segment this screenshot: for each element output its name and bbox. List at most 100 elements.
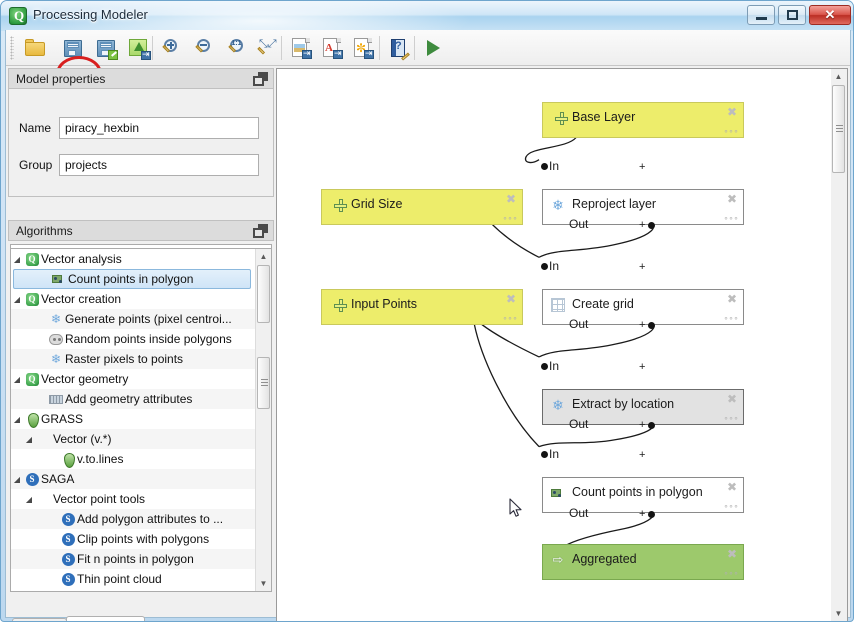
model-node-grid-size[interactable]: Grid Size ✖ ∘∘∘ xyxy=(321,189,523,225)
algorithm-tree-item[interactable]: ◢ Q Vector geometry xyxy=(11,369,257,389)
model-node-aggregated[interactable]: ⇨ Aggregated ✖ ∘∘∘ xyxy=(542,544,744,580)
algorithm-tree-item[interactable]: Random points inside polygons xyxy=(11,329,257,349)
algorithm-tree-item[interactable]: S Clip points with polygons xyxy=(11,529,257,549)
toolbar-grip[interactable] xyxy=(10,36,14,60)
canvas-scroll-up-icon[interactable]: ▲ xyxy=(831,69,846,84)
close-icon[interactable]: ✖ xyxy=(505,292,517,306)
save-model-button[interactable] xyxy=(58,34,88,62)
dock-tab-algorithms[interactable]: Algorithms xyxy=(66,616,145,621)
port-plus-icon[interactable]: + xyxy=(639,261,645,273)
node-menu-icon[interactable]: ∘∘∘ xyxy=(723,414,738,423)
close-icon[interactable]: ✖ xyxy=(726,292,738,306)
export-png-button[interactable] xyxy=(285,34,315,62)
close-button[interactable]: ✕ xyxy=(809,5,851,25)
tree-expander-icon[interactable]: ◢ xyxy=(11,475,23,484)
zoom-full-button[interactable]: ⤡⤢ xyxy=(251,34,281,62)
algorithm-tree-item[interactable]: ◢ Q Vector analysis xyxy=(11,249,257,269)
algorithm-tree-item-selected[interactable]: Count points in polygon xyxy=(13,269,251,289)
algorithm-tree-item[interactable]: ◢ Q Vector creation xyxy=(11,289,257,309)
algorithm-tree-item[interactable]: S Thin point cloud xyxy=(11,569,257,589)
zoom-out-button[interactable] xyxy=(189,34,219,62)
scroll-up-icon[interactable]: ▲ xyxy=(256,249,271,264)
minimize-button[interactable] xyxy=(747,5,775,25)
edit-help-button[interactable]: ? xyxy=(384,34,414,62)
port-reproject-layer-in[interactable]: In xyxy=(541,159,559,173)
scroll-down-icon[interactable]: ▼ xyxy=(256,576,271,591)
save-model-as-button[interactable] xyxy=(91,34,121,62)
port-plus-icon[interactable]: + xyxy=(639,319,645,331)
node-menu-icon[interactable]: ∘∘∘ xyxy=(723,502,738,511)
node-menu-icon[interactable]: ∘∘∘ xyxy=(502,214,517,223)
export-as-image-button[interactable] xyxy=(124,34,154,62)
algorithm-tree-item[interactable]: ❄ Generate points (pixel centroi... xyxy=(11,309,257,329)
export-pdf-button[interactable]: A xyxy=(316,34,346,62)
algorithm-tree-item[interactable]: ◢ S SAGA xyxy=(11,469,257,489)
port-create-grid-out[interactable]: Out xyxy=(569,317,588,331)
algorithm-tree-item[interactable]: ❄ Raster pixels to points xyxy=(11,349,257,369)
port-create-grid-in[interactable]: In xyxy=(541,259,559,273)
title-bar[interactable]: Q Processing Modeler ✕ xyxy=(1,1,853,31)
close-icon[interactable]: ✖ xyxy=(726,192,738,206)
port-extract-by-location-out[interactable]: Out xyxy=(569,417,588,431)
algorithm-tree-item[interactable]: Add geometry attributes xyxy=(11,389,257,409)
scrollbar-thumb[interactable] xyxy=(257,265,270,323)
close-icon[interactable]: ✖ xyxy=(726,480,738,494)
scrollbar-thumb-2[interactable] xyxy=(257,357,270,409)
canvas-vertical-scrollbar[interactable]: ▲ ▼ xyxy=(831,69,847,621)
algorithm-tree-item[interactable]: S Add polygon attributes to ... xyxy=(11,509,257,529)
close-icon[interactable]: ✖ xyxy=(726,392,738,406)
port-dot xyxy=(541,363,548,370)
model-name-input[interactable]: piracy_hexbin xyxy=(59,117,259,139)
model-node-input-points[interactable]: Input Points ✖ ∘∘∘ xyxy=(321,289,523,325)
run-model-button[interactable] xyxy=(418,34,448,62)
tree-expander-icon[interactable]: ◢ xyxy=(11,255,23,264)
tree-expander-icon[interactable]: ◢ xyxy=(23,435,35,444)
port-plus-icon[interactable]: + xyxy=(639,508,645,520)
close-icon[interactable]: ✖ xyxy=(726,105,738,119)
float-panel-icon[interactable] xyxy=(253,72,268,86)
node-menu-icon[interactable]: ∘∘∘ xyxy=(723,214,738,223)
tree-expander-icon[interactable]: ◢ xyxy=(11,415,23,424)
port-count-points-out[interactable]: Out xyxy=(569,506,588,520)
algorithm-tree-item[interactable]: ◢ GRASS xyxy=(11,409,257,429)
dock-tab-inputs[interactable]: Inputs xyxy=(12,618,67,621)
port-plus-icon[interactable]: + xyxy=(639,219,645,231)
zoom-in-button[interactable] xyxy=(156,34,186,62)
algorithm-tree-rows: ◢ Q Vector analysis Count points in polygon… xyxy=(11,249,271,589)
algorithm-tree-item-label: Vector creation xyxy=(41,292,122,306)
tree-expander-icon[interactable]: ◢ xyxy=(23,495,35,504)
model-node-base-layer[interactable]: Base Layer ✖ ∘∘∘ xyxy=(542,102,744,138)
algorithm-tree-item[interactable]: ◢ Vector (v.*) xyxy=(11,429,257,449)
algorithm-tree-item[interactable]: v.to.lines xyxy=(11,449,257,469)
close-icon[interactable]: ✖ xyxy=(726,547,738,561)
port-plus-icon[interactable]: + xyxy=(639,449,645,461)
model-group-input[interactable]: projects xyxy=(59,154,259,176)
algorithm-tree-scrollbar[interactable]: ▲ ▼ xyxy=(255,249,271,591)
tree-expander-icon[interactable]: ◢ xyxy=(11,295,23,304)
canvas-vscroll-thumb[interactable] xyxy=(832,85,845,173)
port-reproject-layer-out[interactable]: Out xyxy=(569,217,588,231)
algorithm-tree[interactable]: ◢ Q Vector analysis Count points in polygon… xyxy=(10,248,272,592)
close-icon[interactable]: ✖ xyxy=(505,192,517,206)
port-plus-icon[interactable]: + xyxy=(639,161,645,173)
export-svg-button[interactable]: ✼ xyxy=(347,34,377,62)
port-extract-by-location-in[interactable]: In xyxy=(541,359,559,373)
model-canvas[interactable]: Base Layer ✖ ∘∘∘ Grid Size ✖ ∘∘∘ Input Points ✖… xyxy=(276,68,848,621)
model-node-label: Aggregated xyxy=(572,552,637,566)
port-plus-icon[interactable]: + xyxy=(639,419,645,431)
float-algorithms-icon[interactable] xyxy=(253,224,268,238)
open-model-button[interactable] xyxy=(20,34,50,62)
node-menu-icon[interactable]: ∘∘∘ xyxy=(723,127,738,136)
algorithm-tree-item[interactable]: S Fit n points in polygon xyxy=(11,549,257,569)
canvas-scroll-down-icon[interactable]: ▼ xyxy=(831,606,846,621)
node-menu-icon[interactable]: ∘∘∘ xyxy=(723,569,738,578)
node-menu-icon[interactable]: ∘∘∘ xyxy=(502,314,517,323)
model-canvas-viewport[interactable]: Base Layer ✖ ∘∘∘ Grid Size ✖ ∘∘∘ Input Points ✖… xyxy=(277,69,831,621)
port-plus-icon[interactable]: + xyxy=(639,361,645,373)
zoom-actual-button[interactable]: 1:1 xyxy=(222,34,252,62)
node-menu-icon[interactable]: ∘∘∘ xyxy=(723,314,738,323)
maximize-button[interactable] xyxy=(778,5,806,25)
port-count-points-in[interactable]: In xyxy=(541,447,559,461)
algorithm-tree-item[interactable]: ◢ Vector point tools xyxy=(11,489,257,509)
tree-expander-icon[interactable]: ◢ xyxy=(11,375,23,384)
